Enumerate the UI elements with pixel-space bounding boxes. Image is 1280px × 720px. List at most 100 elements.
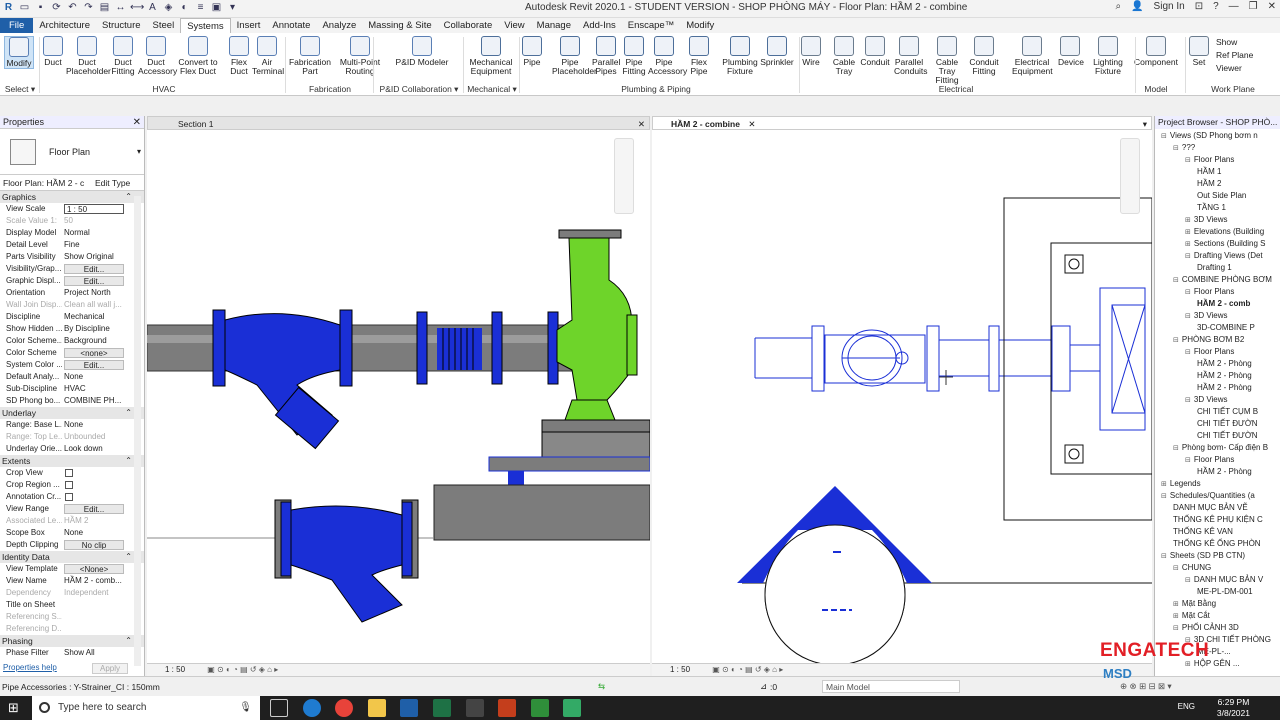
property-value[interactable]: HVAC	[64, 383, 124, 395]
microphone-icon[interactable]: 🎙	[239, 696, 252, 720]
property-value[interactable]: Look down	[64, 443, 124, 455]
collapse-icon[interactable]: ⊟	[1185, 313, 1191, 320]
instance-label[interactable]: Floor Plan: HẦM 2 - c	[3, 178, 84, 188]
browser-node[interactable]: ⊟ Schedules/Quantities (a	[1161, 490, 1255, 502]
tab-section-1[interactable]: Section 1 ✕	[147, 116, 650, 130]
browser-node[interactable]: ME-PL-DM-001	[1197, 586, 1253, 597]
edge-icon[interactable]	[303, 699, 321, 717]
property-value[interactable]: COMBINE PH...	[64, 395, 124, 407]
browser-node[interactable]: DANH MỤC BẢN VẼ	[1173, 502, 1248, 513]
view-controls-icons[interactable]: ▣ ⊙ ◐ ◔ ▤ ↺ ◈ ⌂ ▸	[207, 665, 278, 674]
property-section-header[interactable]: Identity Data ⌃	[0, 551, 144, 563]
property-value[interactable]: Normal	[64, 227, 124, 239]
browser-node[interactable]: ⊞ Elevations (Building	[1185, 226, 1264, 238]
mechanical-equipment-button[interactable]: Mechanical Equipment	[468, 36, 514, 76]
property-section-header[interactable]: Phasing ⌃	[0, 635, 144, 647]
browser-node[interactable]: CHI TIẾT CỤM B	[1197, 406, 1258, 417]
app-icon[interactable]	[466, 699, 484, 717]
tab-annotate[interactable]: Annotate	[266, 18, 316, 33]
property-value[interactable]: By Discipline	[64, 323, 124, 335]
tab-systems[interactable]: Systems	[180, 18, 231, 33]
dimension-icon[interactable]: ⟷	[130, 1, 144, 15]
property-value[interactable]: None	[64, 419, 124, 431]
p-id-modeler-button[interactable]: P&ID Modeler	[392, 36, 452, 67]
input-language[interactable]: ENG	[1178, 702, 1195, 711]
pipe-fitting-button[interactable]: Pipe Fitting	[620, 36, 648, 76]
file-explorer-icon[interactable]	[368, 699, 386, 717]
modify-button[interactable]: Modify	[4, 36, 34, 69]
property-section-header[interactable]: Graphics ⌃	[0, 191, 144, 203]
browser-node[interactable]: ⊞ Mặt Bằng	[1173, 598, 1216, 610]
browser-node[interactable]: ⊞ Mặt Cắt	[1173, 610, 1210, 622]
redo-icon[interactable]: ↷	[82, 1, 95, 15]
property-section-header[interactable]: Extents ⌃	[0, 455, 144, 467]
taskbar-search[interactable]: Type here to search 🎙	[32, 696, 260, 720]
browser-node[interactable]: THỐNG KÊ PHỤ KIỆN C	[1173, 514, 1263, 525]
cart-icon[interactable]: ⊡	[1195, 1, 1203, 12]
collapse-icon[interactable]: ⊟	[1185, 457, 1191, 464]
powerpoint-icon[interactable]	[498, 699, 516, 717]
cable-tray-fitting-button[interactable]: Cable Tray Fitting	[930, 36, 964, 85]
property-checkbox[interactable]	[65, 481, 73, 489]
tab-file[interactable]: File	[0, 18, 34, 33]
property-value[interactable]: None	[64, 527, 124, 539]
browser-node[interactable]: ⊞ Sections (Building S	[1185, 238, 1265, 250]
duct-placeholder-button[interactable]: Duct Placeholder	[66, 36, 111, 76]
tab-massing-site[interactable]: Massing & Site	[362, 18, 437, 33]
property-edit-button[interactable]: Edit...	[64, 264, 124, 274]
browser-node[interactable]: HẦM 2 - Phòng	[1197, 382, 1252, 393]
section-icon[interactable]: ◐	[178, 1, 191, 15]
collapse-icon[interactable]: ⊟	[1173, 625, 1179, 632]
browser-node[interactable]: ⊟ PHỐI CẢNH 3D	[1173, 622, 1239, 634]
browser-node[interactable]: ⊟ Floor Plans	[1185, 286, 1234, 298]
property-value[interactable]: Background	[64, 335, 124, 347]
browser-node[interactable]: ⊟ 3D Views	[1185, 394, 1228, 406]
instance-filter[interactable]: Floor Plan: HẦM 2 - c Edit Type	[0, 175, 144, 191]
browser-node[interactable]: ⊟ Floor Plans	[1185, 454, 1234, 466]
browser-node[interactable]: HẦM 2	[1197, 178, 1221, 189]
excel-icon[interactable]	[433, 699, 451, 717]
undo-icon[interactable]: ↶	[66, 1, 79, 15]
tab-add-ins[interactable]: Add-Ins	[577, 18, 622, 33]
collapse-icon[interactable]: ⊟	[1185, 349, 1191, 356]
text-icon[interactable]: A	[146, 1, 159, 15]
expand-icon[interactable]: ⊞	[1161, 481, 1167, 488]
flex-duct-button[interactable]: Flex Duct	[228, 36, 250, 76]
browser-node[interactable]: ⊟ DANH MỤC BẢN V	[1185, 574, 1263, 586]
browser-node[interactable]: CHI TIẾT ĐƯỜN	[1197, 418, 1258, 429]
property-value[interactable]: 1 : 50	[64, 204, 124, 214]
browser-node[interactable]: ⊞ 3D Views	[1185, 214, 1228, 226]
browser-node[interactable]: CHI TIẾT ĐƯỜN	[1197, 430, 1258, 441]
revit-logo-icon[interactable]: R	[2, 1, 15, 15]
default-3d-icon[interactable]: ◈	[162, 1, 175, 15]
windows-start-icon[interactable]: ⊞	[8, 700, 19, 716]
chevron-down-icon[interactable]: ▾	[137, 147, 141, 156]
property-value[interactable]: None	[64, 371, 124, 383]
search-help-icon[interactable]: ⌕	[1115, 1, 1121, 12]
duct-accessory-button[interactable]: Duct Accessory	[138, 36, 177, 76]
collapse-icon[interactable]: ⌃	[125, 191, 132, 203]
sign-in-link[interactable]: Sign In	[1154, 1, 1185, 12]
tab-structure[interactable]: Structure	[96, 18, 147, 33]
multi-point-routing-button[interactable]: Multi-Point Routing	[336, 36, 384, 76]
flex-pipe-button[interactable]: Flex Pipe	[686, 36, 712, 76]
collapse-icon[interactable]: ⊟	[1161, 493, 1167, 500]
expand-icon[interactable]: ⊞	[1185, 217, 1191, 224]
browser-node[interactable]: ⊟ CHUNG	[1173, 562, 1211, 574]
collapse-icon[interactable]: ⌃	[125, 635, 132, 647]
component-button[interactable]: Component	[1134, 36, 1178, 67]
collapse-icon[interactable]: ⊟	[1173, 565, 1179, 572]
taskbar-clock[interactable]: 6:29 PM 3/8/2021	[1217, 697, 1250, 719]
browser-node[interactable]: Drafting 1	[1197, 262, 1232, 273]
browser-node[interactable]: THỐNG KÊ VAN	[1173, 526, 1233, 537]
property-checkbox[interactable]	[65, 493, 73, 501]
navigation-bar[interactable]	[1120, 138, 1140, 214]
workplane-show-button[interactable]: Show	[1216, 37, 1237, 47]
property-edit-button[interactable]: No clip	[64, 540, 124, 550]
view-scale[interactable]: 1 : 50	[165, 665, 185, 674]
close-button[interactable]: ✕	[1268, 1, 1276, 12]
tab-steel[interactable]: Steel	[147, 18, 181, 33]
collapse-icon[interactable]: ⌃	[125, 407, 132, 419]
close-hidden-icon[interactable]: ▣	[210, 1, 223, 15]
print-icon[interactable]: ▤	[98, 1, 111, 15]
